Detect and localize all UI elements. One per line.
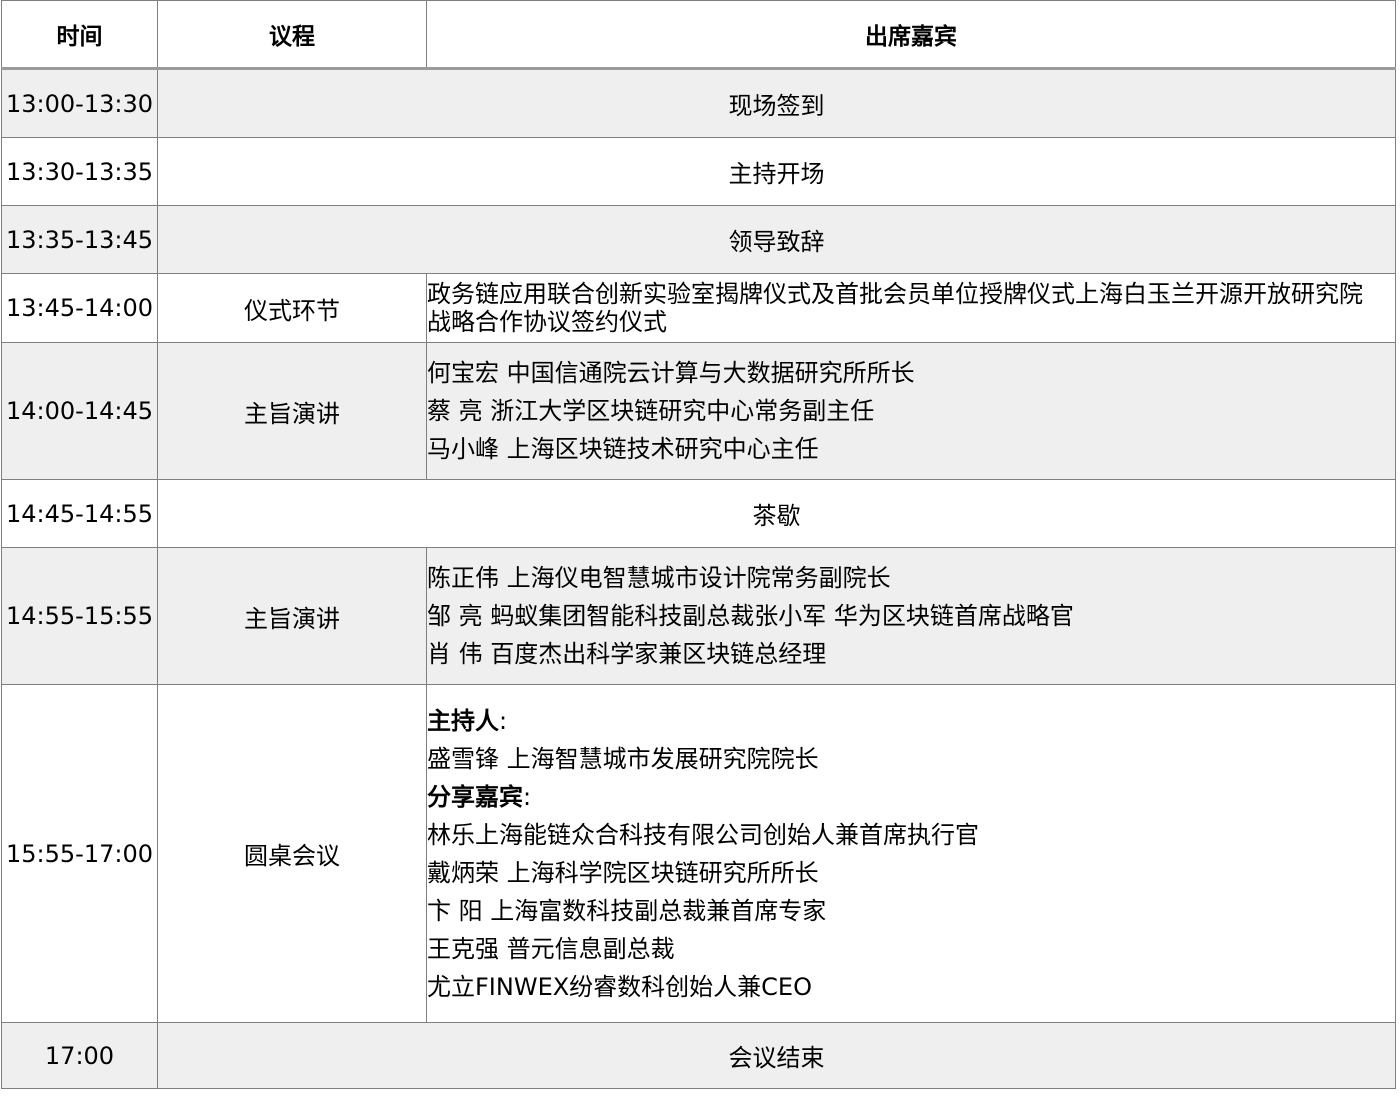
table-row: 14:00-14:45 主旨演讲 何宝宏 中国信通院云计算与大数据研究所所长 蔡…	[1, 342, 1396, 480]
guest-line: 肖 伟 百度杰出科学家兼区块链总经理	[427, 640, 827, 668]
time-cell: 14:55-15:55	[1, 547, 158, 685]
time-cell: 15:55-17:00	[1, 684, 158, 1023]
guest-line: 戴炳荣 上海科学院区块链研究所所长	[427, 858, 819, 887]
guest-line: 政务链应用联合创新实验室揭牌仪式及首批会员单位授牌仪式上海白玉兰开源开放研究院	[427, 280, 1363, 308]
topic-cell: 圆桌会议	[157, 684, 427, 1023]
guest-line: 邹 亮 蚂蚁集团智能科技副总裁张小军 华为区块链首席战略官	[427, 602, 1074, 630]
table-row: 13:35-13:45 领导致辞	[1, 205, 1396, 274]
header-agenda: 议程	[157, 0, 427, 70]
guest-line: 蔡 亮 浙江大学区块链研究中心常务副主任	[427, 397, 875, 425]
topic-cell: 主旨演讲	[157, 342, 427, 480]
session-cell: 主持开场	[157, 137, 1396, 206]
time-cell: 13:00-13:30	[1, 68, 158, 138]
host-label-line: 主持人:	[427, 706, 508, 735]
guest-line: 王克强 普元信息副总裁	[427, 934, 675, 963]
guest-line: 陈正伟 上海仪电智慧城市设计院常务副院长	[427, 564, 891, 592]
share-label: 分享嘉宾	[427, 782, 523, 811]
time-cell: 13:30-13:35	[1, 137, 158, 206]
host-label: 主持人	[427, 706, 499, 735]
topic-cell: 仪式环节	[157, 273, 427, 343]
guest-line: 战略合作协议签约仪式	[427, 308, 667, 336]
guest-line: 卞 阳 上海富数科技副总裁兼首席专家	[427, 896, 827, 925]
header-row: 时间 议程 出席嘉宾	[1, 0, 1396, 70]
guests-cell: 何宝宏 中国信通院云计算与大数据研究所所长 蔡 亮 浙江大学区块链研究中心常务副…	[426, 342, 1396, 480]
topic-cell: 主旨演讲	[157, 547, 427, 685]
table-row: 17:00 会议结束	[1, 1022, 1396, 1089]
time-cell: 13:35-13:45	[1, 205, 158, 274]
agenda-table: 时间 议程 出席嘉宾 13:00-13:30 现场签到 13:30-13:35 …	[1, 0, 1396, 1089]
time-cell: 13:45-14:00	[1, 273, 158, 343]
table-row: 14:45-14:55 茶歇	[1, 479, 1396, 548]
guests-cell: 政务链应用联合创新实验室揭牌仪式及首批会员单位授牌仪式上海白玉兰开源开放研究院 …	[426, 273, 1396, 343]
guest-line: 何宝宏 中国信通院云计算与大数据研究所所长	[427, 359, 915, 387]
table-row: 13:45-14:00 仪式环节 政务链应用联合创新实验室揭牌仪式及首批会员单位…	[1, 273, 1396, 343]
guest-line: 林乐上海能链众合科技有限公司创始人兼首席执行官	[427, 820, 979, 849]
time-cell: 14:00-14:45	[1, 342, 158, 480]
share-label-line: 分享嘉宾:	[427, 782, 532, 811]
table-row: 15:55-17:00 圆桌会议 主持人: 盛雪锋 上海智慧城市发展研究院院长 …	[1, 684, 1396, 1023]
header-guests: 出席嘉宾	[426, 0, 1396, 70]
time-cell: 14:45-14:55	[1, 479, 158, 548]
guest-line: 尤立FINWEX纷睿数科创始人兼CEO	[427, 972, 812, 1001]
header-time: 时间	[1, 0, 158, 70]
guest-line: 马小峰 上海区块链技术研究中心主任	[427, 435, 819, 463]
table-row: 13:00-13:30 现场签到	[1, 68, 1396, 138]
session-cell: 现场签到	[157, 68, 1396, 138]
guests-cell: 主持人: 盛雪锋 上海智慧城市发展研究院院长 分享嘉宾: 林乐上海能链众合科技有…	[426, 684, 1396, 1023]
guests-cell: 陈正伟 上海仪电智慧城市设计院常务副院长 邹 亮 蚂蚁集团智能科技副总裁张小军 …	[426, 547, 1396, 685]
session-cell: 领导致辞	[157, 205, 1396, 274]
session-cell: 茶歇	[157, 479, 1396, 548]
time-cell: 17:00	[1, 1022, 158, 1089]
table-row: 14:55-15:55 主旨演讲 陈正伟 上海仪电智慧城市设计院常务副院长 邹 …	[1, 547, 1396, 685]
session-cell: 会议结束	[157, 1022, 1396, 1089]
host-line: 盛雪锋 上海智慧城市发展研究院院长	[427, 744, 819, 773]
table-row: 13:30-13:35 主持开场	[1, 137, 1396, 206]
